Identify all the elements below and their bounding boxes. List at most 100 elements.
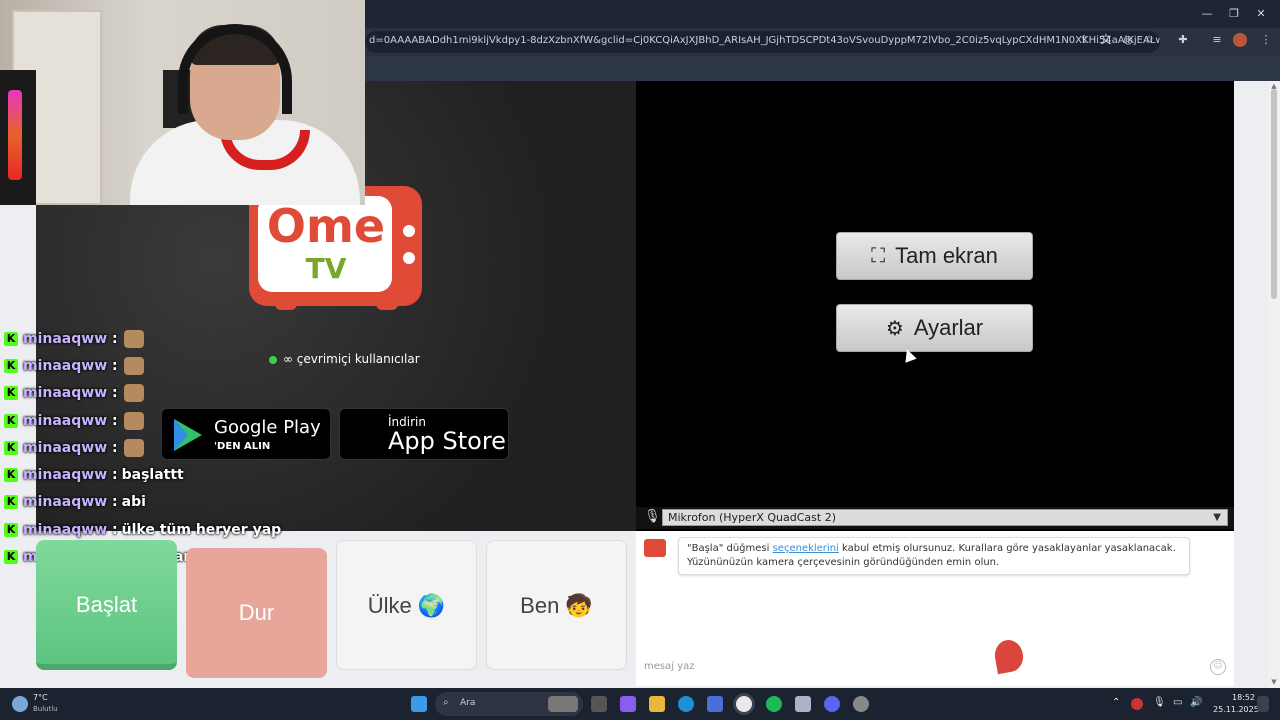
chat-separator: : (107, 385, 118, 402)
stream-chat-overlay: Kminaaqww : Kminaaqww : Kminaaqww : Kminaaq… (4, 325, 364, 571)
fullscreen-icon: ⛶ (871, 244, 886, 267)
chat-username: minaaqww (23, 521, 108, 538)
chrome-icon[interactable] (736, 696, 752, 712)
kick-badge-icon: K (4, 522, 18, 537)
notification-icon[interactable] (1257, 696, 1269, 712)
menu-icon[interactable]: ⋮ (1259, 33, 1273, 47)
media-icon[interactable]: ≡ (1210, 33, 1224, 47)
microphone-tray-icon[interactable]: 🎙 (1153, 697, 1166, 708)
gender-button[interactable]: Ben 🧒 (486, 540, 627, 670)
edge-icon[interactable] (678, 696, 694, 712)
chat-separator: : (107, 439, 118, 456)
cat-emote-icon (123, 411, 144, 430)
emoji-icon[interactable]: ☺ (1210, 659, 1226, 675)
chat-separator: : (107, 521, 118, 538)
windows-start-icon[interactable] (411, 696, 427, 712)
microphone-bar: 🎙 Mikrofon (HyperX QuadCast 2) ▼ (636, 507, 1234, 529)
fullscreen-label: Tam ekran (895, 243, 998, 268)
profile-avatar[interactable] (1233, 33, 1247, 47)
cat-emote-icon (123, 356, 144, 375)
chat-text: ülke tüm heryer yap (121, 521, 282, 538)
store-icon[interactable] (707, 696, 723, 712)
clock-time[interactable]: 18:52 (1232, 693, 1255, 702)
extensions-icon[interactable]: ✚ (1176, 33, 1190, 47)
url-text: d=0AAAABADdh1mi9kljVkdpy1-8dzXzbnXfW&gcl… (369, 35, 1160, 46)
stream-chat-message: Kminaaqww : abi (4, 489, 364, 516)
restore-icon[interactable]: ❐ (1224, 6, 1244, 22)
weather-icon[interactable] (12, 696, 28, 712)
stop-button[interactable]: Dur (186, 548, 327, 678)
taskbar-search[interactable]: ⌕ Ara (435, 692, 583, 716)
discord-icon[interactable] (824, 696, 840, 712)
logo-ome-text: Ome (266, 199, 386, 253)
eye-off-icon[interactable]: ◎ (1121, 33, 1135, 47)
cat-emote-icon (123, 384, 144, 403)
ometv-small-logo-icon (644, 539, 666, 557)
kick-badge-icon: K (4, 550, 18, 565)
task-view-icon[interactable] (591, 696, 607, 712)
fullscreen-button[interactable]: ⛶ Tam ekran (836, 232, 1033, 280)
search-highlight-icon (548, 696, 578, 712)
file-explorer-icon[interactable] (649, 696, 665, 712)
chat-text: başlattt (121, 467, 184, 484)
weather-temp: 7°C (33, 693, 48, 702)
translate-icon[interactable]: 文 (1099, 33, 1113, 47)
microphone-value: Mikrofon (HyperX QuadCast 2) (668, 511, 836, 524)
app-store-button[interactable]: İndirin App Store (339, 408, 509, 460)
logo-tv-text: TV (305, 252, 347, 285)
app-store-label: App Store (388, 427, 506, 455)
tray-app-icon[interactable] (1131, 698, 1143, 710)
stream-chat-message: Kminaaqww : (4, 352, 364, 379)
start-button[interactable]: Başlat (36, 540, 177, 670)
country-button[interactable]: Ülke 🌍 (336, 540, 477, 670)
kick-badge-icon: K (4, 386, 18, 401)
chat-text: abi (121, 494, 146, 511)
options-link[interactable]: seçeneklerini (773, 543, 839, 554)
kick-badge-icon: K (4, 468, 18, 483)
chat-username: minaaqww (23, 385, 108, 402)
microphone-select[interactable]: Mikrofon (HyperX QuadCast 2) ▼ (662, 509, 1228, 526)
logo-foot (376, 302, 398, 310)
obs-icon[interactable] (853, 696, 869, 712)
stream-chat-message: Kminaaqww : (4, 434, 364, 461)
settings-label: Ayarlar (913, 315, 984, 340)
stream-chat-message: Kminaaqww : (4, 325, 364, 352)
copilot-icon[interactable] (620, 696, 636, 712)
spotify-icon[interactable] (766, 696, 782, 712)
scroll-down-icon[interactable]: ▼ (1270, 678, 1278, 686)
minimize-icon[interactable]: — (1197, 6, 1217, 22)
stream-chat-message: Kminaaqww : (4, 380, 364, 407)
star-icon[interactable]: ☆ (1142, 33, 1156, 47)
kick-badge-icon: K (4, 358, 18, 373)
kick-badge-icon: K (4, 331, 18, 346)
chat-username: minaaqww (23, 494, 108, 511)
logo-knob-icon (403, 225, 415, 237)
close-icon[interactable]: ✕ (1251, 6, 1271, 22)
cat-emote-icon (123, 329, 144, 348)
url-input[interactable]: d=0AAAABADdh1mi9kljVkdpy1-8dzXzbnXfW&gcl… (365, 31, 1160, 53)
chevron-up-icon[interactable]: ⌃ (1112, 697, 1120, 708)
install-icon[interactable]: ⇪ (1077, 33, 1091, 47)
scroll-thumb[interactable] (1271, 89, 1277, 299)
chat-separator: : (107, 357, 118, 374)
settings-button[interactable]: ⚙ Ayarlar (836, 304, 1033, 352)
microphone-icon: 🎙 (644, 509, 661, 524)
logo-foot (275, 302, 297, 310)
app-icon[interactable] (795, 696, 811, 712)
chat-username: minaaqww (23, 439, 108, 456)
streamer-webcam (0, 0, 365, 205)
headphones-icon (178, 24, 292, 114)
webcam-rgb-light (8, 90, 22, 180)
chat-username: minaaqww (23, 467, 108, 484)
chat-username: minaaqww (23, 357, 108, 374)
kick-badge-icon: K (4, 413, 18, 428)
weather-desc: Bulutlu (33, 705, 58, 713)
windows-taskbar (0, 688, 1280, 720)
page-scrollbar[interactable]: ▲ ▼ (1268, 81, 1280, 688)
volume-icon[interactable]: 🔊 (1190, 697, 1202, 708)
chat-panel: "Başla" düğmesi seçeneklerini kabul etmi… (636, 531, 1234, 686)
clock-date[interactable]: 25.11.2025 (1213, 705, 1259, 714)
kick-badge-icon: K (4, 440, 18, 455)
network-icon[interactable]: ▭ (1173, 697, 1182, 708)
message-input[interactable]: mesaj yaz (644, 661, 694, 672)
